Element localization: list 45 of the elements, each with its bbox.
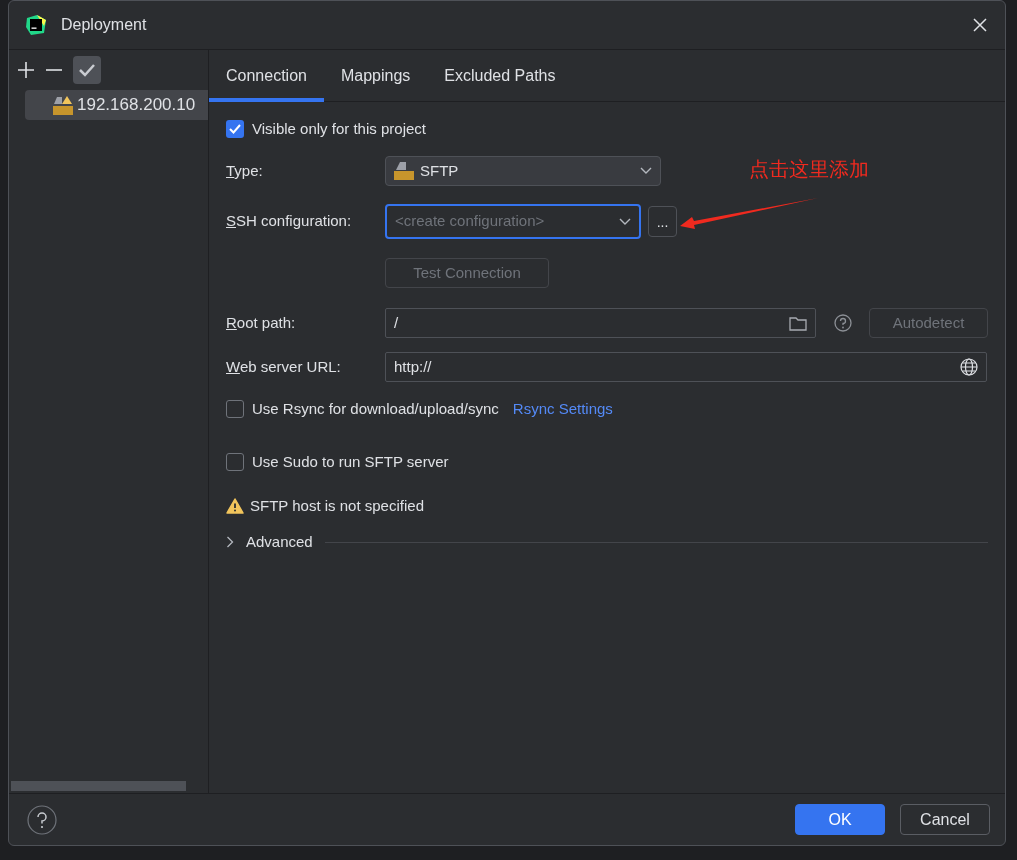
rsync-settings-link[interactable]: Rsync Settings	[512, 397, 613, 421]
web-server-url-label: Web server URL:	[226, 356, 342, 377]
web-server-url-field[interactable]: http://	[385, 352, 987, 382]
type-label: Type:	[226, 160, 264, 181]
checkbox[interactable]	[226, 120, 244, 138]
root-path-value: /	[394, 312, 400, 333]
scrollbar[interactable]	[11, 781, 186, 791]
warning-icon	[226, 498, 244, 514]
web-server-url-value: http://	[394, 356, 433, 377]
check-icon	[78, 63, 96, 77]
root-path-field[interactable]: /	[385, 308, 816, 338]
ssh-configuration-placeholder: <create configuration>	[395, 211, 546, 232]
checkbox[interactable]	[226, 453, 244, 471]
add-icon[interactable]	[17, 61, 35, 79]
help-icon[interactable]	[834, 314, 852, 332]
checkbox[interactable]	[226, 400, 244, 418]
sftp-icon	[394, 162, 414, 180]
tab[interactable]: Connection	[209, 50, 324, 102]
checkbox-label: Use Sudo to run SFTP server	[252, 451, 449, 472]
ok-button[interactable]: OK	[795, 804, 885, 835]
chevron-down-icon	[640, 167, 652, 175]
help-icon[interactable]	[27, 804, 57, 835]
warning-message: SFTP host is not specified	[250, 495, 424, 516]
close-icon[interactable]	[973, 18, 987, 32]
advanced-section-toggle[interactable]: Advanced	[246, 530, 313, 554]
root-path-label: Root path:	[226, 312, 297, 333]
ssh-configuration-label: SSH configuration:	[226, 211, 353, 232]
globe-icon[interactable]	[960, 358, 978, 376]
chevron-right-icon[interactable]	[226, 536, 234, 548]
ellipsis-button[interactable]: ...	[648, 206, 677, 237]
app-logo-icon	[25, 14, 47, 36]
tab[interactable]: Excluded Paths	[427, 50, 573, 102]
sftp-warning-icon	[53, 95, 73, 115]
checkbox-label: Use Rsync for download/upload/sync	[252, 398, 499, 419]
check-button[interactable]	[73, 56, 101, 84]
type-dropdown[interactable]: SFTP	[385, 156, 661, 186]
window-title: Deployment	[61, 15, 147, 35]
cancel-button[interactable]: Cancel	[900, 804, 990, 835]
folder-icon[interactable]	[789, 315, 807, 331]
checkbox-label: Visible only for this project	[252, 118, 426, 139]
server-item[interactable]: 192.168.200.10	[25, 90, 208, 120]
annotation-text: 点击这里添加	[749, 156, 869, 183]
type-value: SFTP	[420, 160, 460, 181]
tab[interactable]: Mappings	[323, 50, 428, 102]
chevron-down-icon	[619, 217, 631, 226]
